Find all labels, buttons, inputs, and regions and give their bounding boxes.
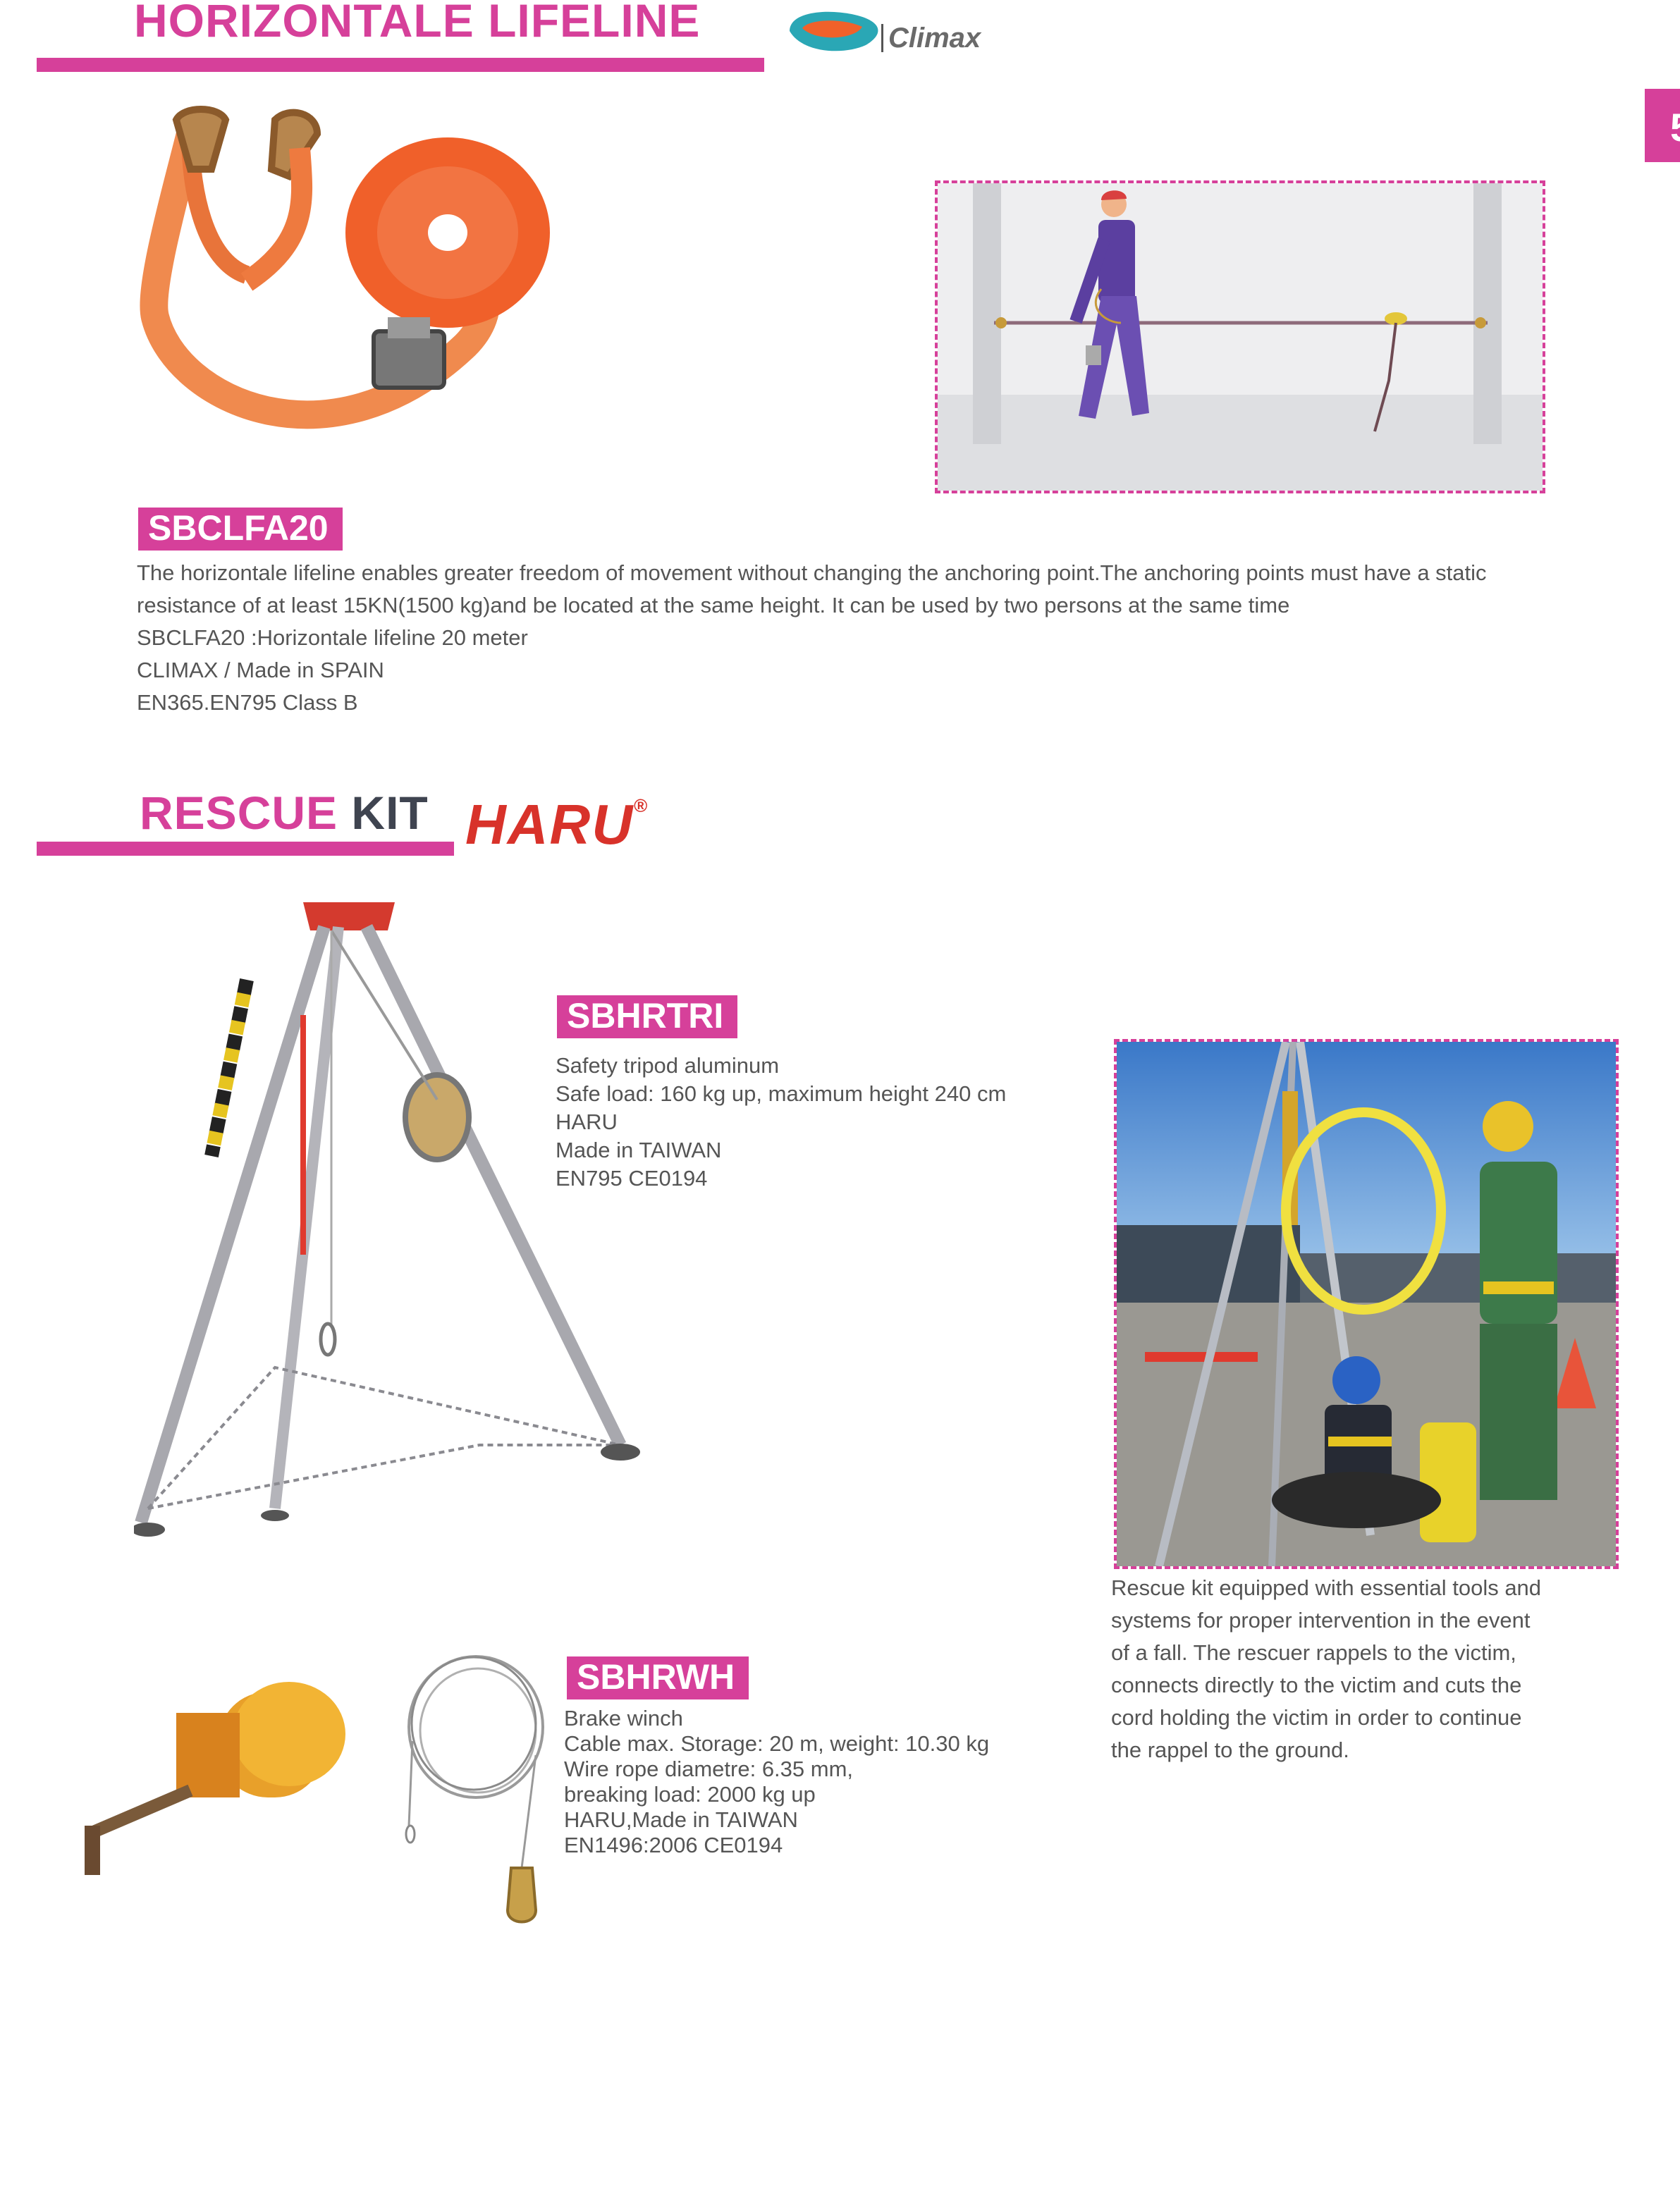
text-line: SBCLFA20 :Horizontale lifeline 20 meter bbox=[137, 625, 528, 650]
text-line: CLIMAX / Made in SPAIN bbox=[137, 658, 384, 682]
text-line: Wire rope diametre: 6.35 mm, bbox=[564, 1757, 854, 1781]
page-tab: 5 bbox=[1645, 89, 1680, 162]
text-line: HARU bbox=[556, 1109, 618, 1134]
text-line: EN365.EN795 Class B bbox=[137, 690, 358, 715]
product-code-sbclfa20: SBCLFA20 bbox=[138, 508, 343, 551]
lifeline-strap-image bbox=[134, 106, 557, 472]
rescue-photo-frame bbox=[1114, 1039, 1619, 1569]
text-line: Cable max. Storage: 20 m, weight: 10.30 … bbox=[564, 1731, 990, 1756]
text-line: HARU,Made in TAIWAN bbox=[564, 1807, 798, 1832]
climax-brand: Climax bbox=[888, 23, 981, 54]
lifeline-illustration bbox=[938, 183, 1543, 491]
wire-rope-image bbox=[395, 1649, 557, 1931]
registered-icon: ® bbox=[634, 795, 649, 816]
text-line: of a fall. The rescuer rappels to the vi… bbox=[1111, 1640, 1516, 1665]
title-part-kit: KIT bbox=[351, 787, 429, 839]
page-number: 5 bbox=[1670, 104, 1680, 150]
haru-logo: HARU® bbox=[465, 797, 649, 853]
text-line: breaking load: 2000 kg up bbox=[564, 1782, 816, 1807]
text-line: connects directly to the victim and cuts… bbox=[1111, 1673, 1522, 1697]
text-line: The horizontale lifeline enables greater… bbox=[137, 560, 1487, 585]
product-code-sbhrwh: SBHRWH bbox=[567, 1656, 749, 1699]
climax-logo: Climax bbox=[781, 4, 986, 58]
text-line: Made in TAIWAN bbox=[556, 1138, 722, 1162]
rescue-photo bbox=[1117, 1040, 1616, 1568]
text-line: EN1496:2006 CE0194 bbox=[564, 1833, 783, 1857]
text-line: EN795 CE0194 bbox=[556, 1166, 708, 1191]
winch-image bbox=[78, 1664, 374, 1896]
product-code-sbhrtri: SBHRTRI bbox=[557, 995, 738, 1038]
lifeline-description: The horizontale lifeline enables greater… bbox=[137, 557, 1487, 719]
text-line: cord holding the victim in order to cont… bbox=[1111, 1705, 1522, 1730]
text-line: the rappel to the ground. bbox=[1111, 1738, 1349, 1762]
lifeline-illustration-frame bbox=[935, 180, 1545, 493]
text-line: Safe load: 160 kg up, maximum height 240… bbox=[556, 1081, 1007, 1106]
text-line: Brake winch bbox=[564, 1706, 683, 1730]
rescue-kit-description: Rescue kit equipped with essential tools… bbox=[1111, 1572, 1541, 1766]
text-line: systems for proper intervention in the e… bbox=[1111, 1608, 1531, 1633]
tripod-image bbox=[131, 888, 642, 1544]
section-title-rescue: RESCUE KIT bbox=[140, 789, 429, 836]
text-line: resistance of at least 15KN(1500 kg)and … bbox=[137, 593, 1290, 617]
title-underline bbox=[37, 842, 454, 856]
haru-brand: HARU bbox=[465, 793, 634, 856]
title-part-rescue: RESCUE bbox=[140, 787, 338, 839]
text-line: Safety tripod aluminum bbox=[556, 1053, 780, 1078]
text-line: Rescue kit equipped with essential tools… bbox=[1111, 1575, 1542, 1600]
tripod-description: Safety tripod aluminum Safe load: 160 kg… bbox=[556, 1052, 1006, 1193]
winch-description: Brake winch Cable max. Storage: 20 m, we… bbox=[564, 1706, 989, 1858]
section-title-lifeline: HORIZONTALE LIFELINE bbox=[134, 0, 701, 47]
title-underline bbox=[37, 58, 764, 72]
